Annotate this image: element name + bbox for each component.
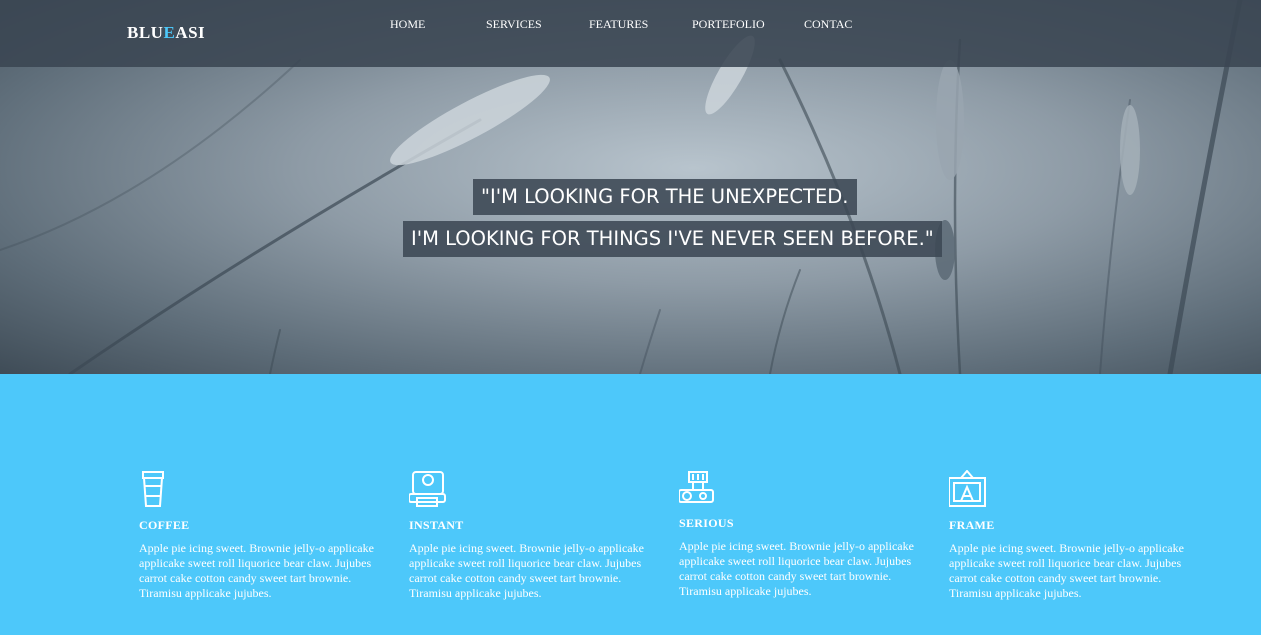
logo-accent-letter: E [163,23,176,42]
features-section: COFFEE Apple pie icing sweet. Brownie je… [0,374,1261,635]
hero-quote-line-2: I'M LOOKING FOR THINGS I'VE NEVER SEEN B… [403,221,942,257]
hero-section: BLUEASI HOME SERVICES FEATURES PORTEFOLI… [0,0,1261,374]
nav-portefolio[interactable]: PORTEFOLIO [692,17,765,32]
feature-description: Apple pie icing sweet. Brownie jelly-o a… [679,539,914,598]
top-navigation-bar: BLUEASI HOME SERVICES FEATURES PORTEFOLI… [0,0,1261,67]
feature-description: Apple pie icing sweet. Brownie jelly-o a… [949,541,1184,600]
logo-text-part: ASI [175,23,206,42]
logo-text-part: BLU [127,23,164,42]
feature-title: COFFEE [139,518,190,532]
picture-frame-icon [949,470,986,507]
instant-camera-icon [409,471,446,507]
coffee-cup-icon [142,471,164,507]
nav-contac[interactable]: CONTAC [804,17,852,32]
feature-description: Apple pie icing sweet. Brownie jelly-o a… [409,541,644,600]
feature-description: Apple pie icing sweet. Brownie jelly-o a… [139,541,374,600]
hero-quote-line-1: "I'M LOOKING FOR THE UNEXPECTED. [473,179,857,215]
camera-flash-icon [679,471,714,503]
feature-title: SERIOUS [679,516,734,530]
nav-services[interactable]: SERVICES [486,17,542,32]
feature-title: INSTANT [409,518,464,532]
nav-home[interactable]: HOME [390,17,425,32]
brand-logo[interactable]: BLUEASI [127,23,205,43]
feature-title: FRAME [949,518,995,532]
nav-features[interactable]: FEATURES [589,17,648,32]
